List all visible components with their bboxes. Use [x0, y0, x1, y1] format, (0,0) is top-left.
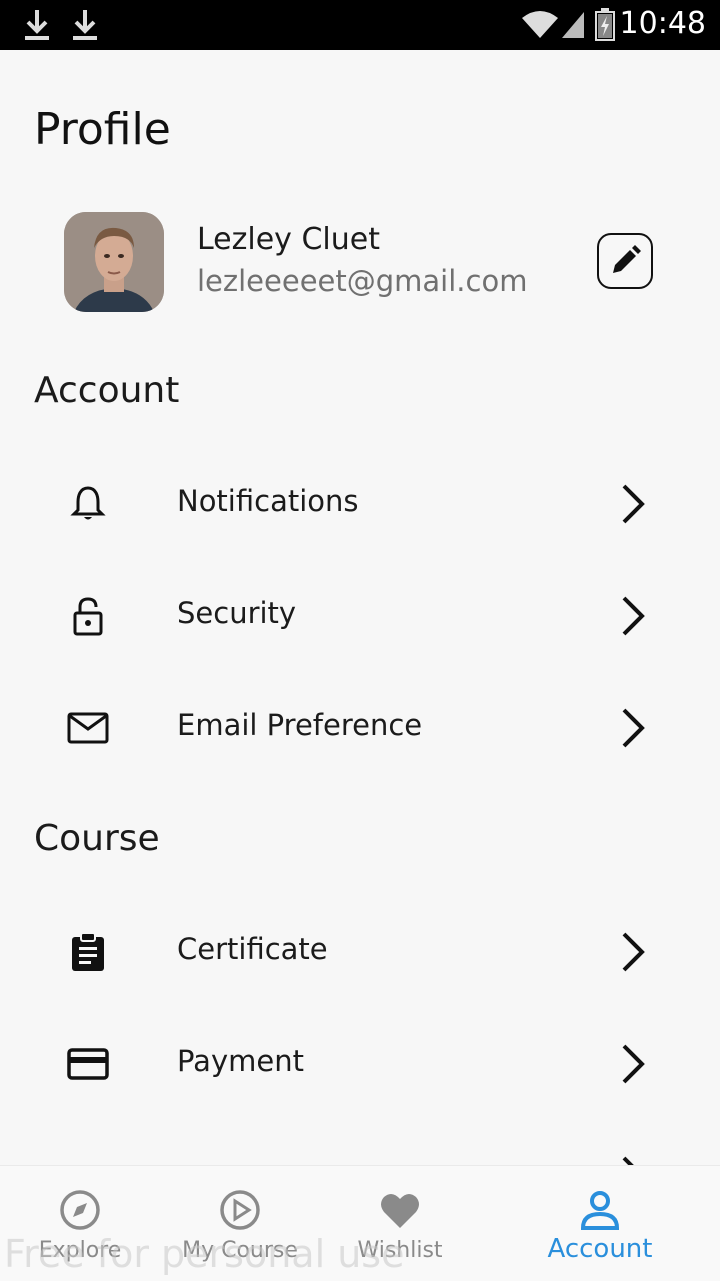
lock-icon	[66, 594, 110, 638]
battery-charging-icon	[595, 8, 615, 41]
chevron-right-icon	[622, 708, 645, 748]
menu-item-label: Payment	[177, 1044, 304, 1078]
nav-account[interactable]: Account	[520, 1166, 680, 1281]
nav-label: Account	[547, 1234, 653, 1264]
bottom-nav: Explore My Course Wishlist Account	[0, 1165, 720, 1281]
wifi-icon	[522, 11, 558, 38]
play-circle-icon	[220, 1190, 260, 1230]
heart-icon	[381, 1193, 419, 1228]
menu-item-certificate[interactable]: Certificate	[0, 900, 720, 1000]
mail-icon	[66, 706, 110, 750]
menu-item-label: Security	[177, 596, 297, 630]
avatar-photo	[64, 212, 164, 312]
chevron-right-icon	[622, 932, 645, 972]
nav-wishlist[interactable]: Wishlist	[320, 1166, 480, 1281]
edit-profile-button[interactable]	[597, 233, 653, 289]
nav-label: Explore	[38, 1238, 122, 1263]
nav-label: Wishlist	[357, 1238, 443, 1263]
download-icon	[73, 10, 97, 40]
user-icon	[580, 1191, 620, 1230]
avatar[interactable]	[64, 212, 164, 312]
section-title-account: Account	[34, 370, 180, 411]
nav-label: My Course	[182, 1238, 298, 1263]
menu-item-label: Email Preference	[177, 708, 423, 742]
status-bar: 10:48	[0, 0, 720, 50]
menu-item-payment[interactable]: Payment	[0, 1012, 720, 1112]
signal-icon	[562, 12, 584, 38]
chevron-right-icon	[622, 596, 645, 636]
nav-explore[interactable]: Explore	[0, 1166, 160, 1281]
clipboard-icon	[66, 930, 110, 974]
menu-item-security[interactable]: Security	[0, 564, 720, 664]
chevron-right-icon	[622, 484, 645, 524]
chevron-right-icon	[622, 1044, 645, 1084]
page-title: Profile	[34, 104, 171, 155]
status-time: 10:48	[619, 6, 706, 41]
user-email: lezleeeeet@gmail.com	[197, 264, 528, 298]
menu-item-label: Notifications	[177, 484, 359, 518]
menu-item-email-preference[interactable]: Email Preference	[0, 676, 720, 776]
credit-card-icon	[66, 1042, 110, 1086]
compass-icon	[60, 1190, 100, 1230]
menu-item-label: Certificate	[177, 932, 328, 966]
bell-icon	[66, 482, 110, 526]
menu-item-notifications[interactable]: Notifications	[0, 452, 720, 552]
pencil-icon	[613, 245, 641, 273]
user-name: Lezley Cluet	[197, 222, 380, 257]
download-icon	[25, 10, 49, 40]
section-title-course: Course	[34, 818, 160, 859]
nav-my-course[interactable]: My Course	[160, 1166, 320, 1281]
